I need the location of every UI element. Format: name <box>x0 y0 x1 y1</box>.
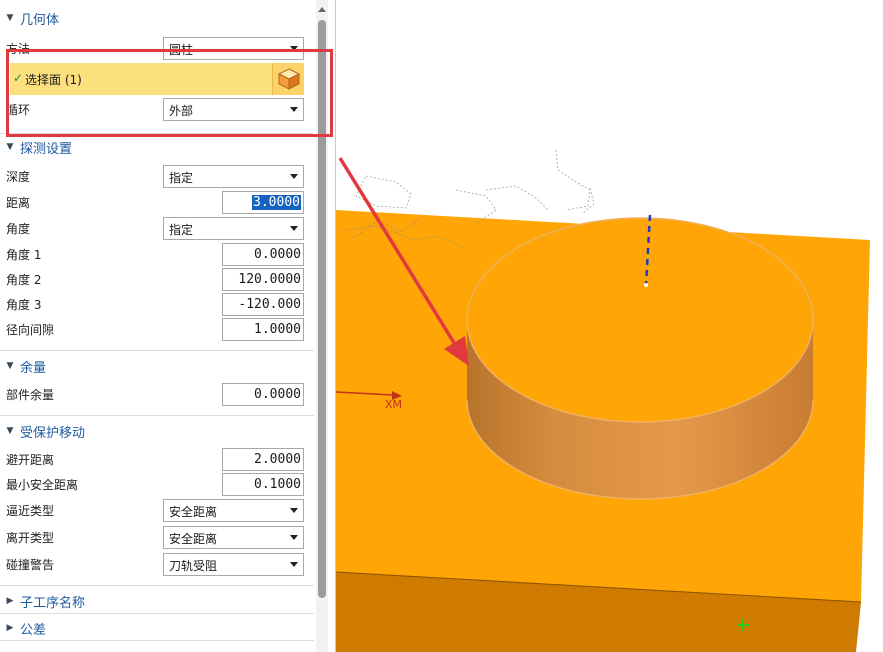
distance-value: 3.0000 <box>252 195 301 210</box>
min-safe-row: 最小安全距离 0.1000 <box>0 472 314 496</box>
collision-label: 碰撞警告 <box>6 558 55 572</box>
section-allowance-title: 余量 <box>20 360 47 376</box>
chevron-down-icon <box>290 174 298 179</box>
expand-triangle-icon[interactable]: ▶ <box>0 596 20 606</box>
divider <box>0 585 314 586</box>
min-safe-label: 最小安全距离 <box>6 478 79 492</box>
chevron-down-icon <box>290 226 298 231</box>
divider <box>0 415 314 416</box>
section-geometry-title: 几何体 <box>20 12 60 28</box>
cylinder-top-face <box>466 217 814 423</box>
min-safe-input[interactable]: 0.1000 <box>222 473 304 496</box>
angle3-row: 角度 3 -120.000 <box>0 292 314 316</box>
section-sub-op-name[interactable]: ▶ 子工序名称 <box>0 589 314 613</box>
angle1-input[interactable]: 0.0000 <box>222 243 304 266</box>
xm-axis-label: XM <box>385 398 403 411</box>
section-tolerance-title: 公差 <box>20 622 47 638</box>
section-sub-op-title: 子工序名称 <box>20 595 86 611</box>
angle1-row: 角度 1 0.0000 <box>0 242 314 266</box>
chevron-down-icon <box>290 535 298 540</box>
divider <box>0 613 314 614</box>
collision-value: 刀轨受阻 <box>169 559 218 573</box>
collapse-triangle-icon[interactable]: ▼ <box>0 142 20 152</box>
distance-label: 距离 <box>6 196 31 210</box>
radial-clearance-label: 径向间隙 <box>6 323 55 337</box>
angle-select[interactable]: 指定 <box>163 217 304 240</box>
part-allowance-input[interactable]: 0.0000 <box>222 383 304 406</box>
collapse-triangle-icon[interactable]: ▼ <box>0 361 20 371</box>
angle-value: 指定 <box>169 223 194 237</box>
depart-value: 安全距离 <box>169 532 218 546</box>
section-protected-move[interactable]: ▼ 受保护移动 <box>0 419 314 443</box>
clearance-label: 避开距离 <box>6 453 55 467</box>
depart-select[interactable]: 安全距离 <box>163 526 304 549</box>
approach-select[interactable]: 安全距离 <box>163 499 304 522</box>
part-allowance-label: 部件余量 <box>6 388 55 402</box>
depth-row: 深度 指定 <box>0 164 314 188</box>
collapse-triangle-icon[interactable]: ▼ <box>0 13 20 23</box>
part-allowance-row: 部件余量 0.0000 <box>0 382 314 406</box>
distance-input[interactable]: 3.0000 <box>222 191 304 214</box>
depart-row: 离开类型 安全距离 <box>0 525 314 549</box>
scroll-up-arrow-icon[interactable] <box>318 7 326 12</box>
angle1-label: 角度 1 <box>6 248 42 262</box>
angle2-row: 角度 2 120.0000 <box>0 267 314 291</box>
chevron-down-icon <box>290 508 298 513</box>
collision-row: 碰撞警告 刀轨受阻 <box>0 552 314 576</box>
chevron-down-icon <box>290 562 298 567</box>
probe-axis-point <box>644 283 648 287</box>
expand-triangle-icon[interactable]: ▶ <box>0 623 20 633</box>
collapse-triangle-icon[interactable]: ▼ <box>0 426 20 436</box>
clearance-row: 避开距离 2.0000 <box>0 447 314 471</box>
collision-select[interactable]: 刀轨受阻 <box>163 553 304 576</box>
approach-label: 逼近类型 <box>6 504 55 518</box>
section-protected-title: 受保护移动 <box>20 425 86 441</box>
graphics-viewport[interactable] <box>336 0 883 652</box>
section-allowance[interactable]: ▼ 余量 <box>0 354 314 378</box>
annotation-highlight-box <box>6 49 333 137</box>
divider <box>0 640 314 641</box>
distance-row: 距离 3.0000 <box>0 190 314 214</box>
angle3-input[interactable]: -120.000 <box>222 293 304 316</box>
angle3-label: 角度 3 <box>6 298 42 312</box>
divider <box>0 350 314 351</box>
depth-select[interactable]: 指定 <box>163 165 304 188</box>
radial-clearance-input[interactable]: 1.0000 <box>222 318 304 341</box>
section-probe-title: 探测设置 <box>20 141 73 157</box>
section-geometry[interactable]: ▼ 几何体 <box>0 6 314 30</box>
clearance-input[interactable]: 2.0000 <box>222 448 304 471</box>
cylinder-part-scene <box>336 149 870 652</box>
depart-label: 离开类型 <box>6 531 55 545</box>
section-tolerance[interactable]: ▶ 公差 <box>0 616 314 640</box>
angle2-label: 角度 2 <box>6 273 42 287</box>
depth-label: 深度 <box>6 170 31 184</box>
angle-label: 角度 <box>6 222 31 236</box>
approach-row: 逼近类型 安全距离 <box>0 498 314 522</box>
depth-value: 指定 <box>169 171 194 185</box>
angle2-input[interactable]: 120.0000 <box>222 268 304 291</box>
approach-value: 安全距离 <box>169 505 218 519</box>
radial-clearance-row: 径向间隙 1.0000 <box>0 317 314 341</box>
section-probe-settings[interactable]: ▼ 探测设置 <box>0 135 314 159</box>
angle-row: 角度 指定 <box>0 216 314 240</box>
